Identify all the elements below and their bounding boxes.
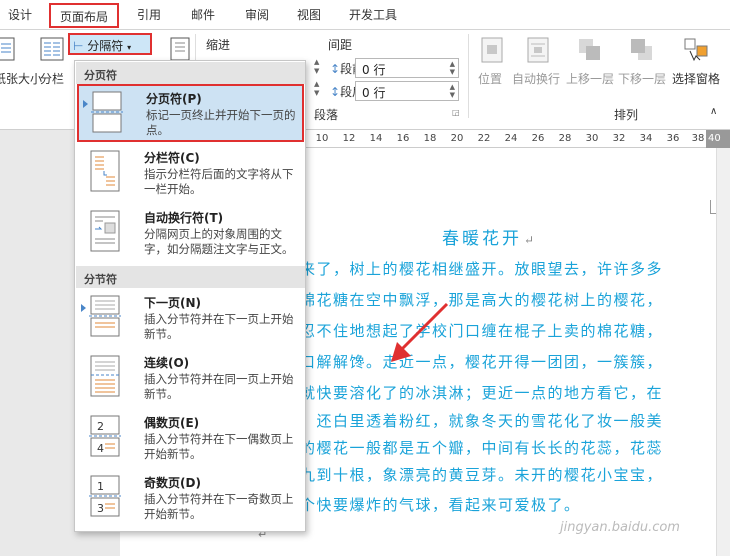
ruler-tick: 34 (639, 133, 653, 144)
menu-item-next-page[interactable]: 下一页(N) 插入分节符并在下一页上开始新节。 (77, 290, 304, 348)
collapse-ribbon-icon[interactable]: ∧ (710, 106, 717, 117)
ruler-tick: 26 (531, 133, 545, 144)
bring-forward-icon[interactable] (576, 36, 604, 64)
spacing-after-field[interactable]: 0 行 ▲ ▼ (355, 81, 459, 101)
vertical-scrollbar[interactable] (716, 148, 730, 556)
breaks-button[interactable]: ⊢ 分隔符 ▾ (68, 33, 152, 55)
wrap-text-icon[interactable] (524, 36, 552, 64)
menu-item-column-break[interactable]: 分栏符(C) 指示分栏符后面的文字将从下一栏开始。 (77, 145, 304, 203)
menu-item-even-page[interactable]: 24 偶数页(E) 插入分节符并在下一偶数页上开始新节。 (77, 410, 304, 468)
ruler-tick: 28 (558, 133, 572, 144)
send-backward-button[interactable]: 下移一层 (618, 70, 666, 87)
document-line: 九到十根，象漂亮的黄豆芽。未开的樱花小宝宝， (300, 466, 664, 484)
document-title: 春暖花开 ↵ (442, 229, 538, 249)
submenu-marker-icon (81, 304, 86, 312)
page-size-button[interactable]: 纸张大小 (0, 70, 42, 87)
columns-icon[interactable] (38, 36, 66, 64)
paragraph-dialog-launcher-icon[interactable]: ◲ (452, 108, 460, 117)
breaks-icon: ⊢ (73, 39, 84, 53)
ruler-tick: 36 (666, 133, 680, 144)
document-line: 的樱花一般都是五个瓣，中间有长长的花蕊，花蕊 (300, 439, 664, 457)
breaks-dropdown-menu: 分页符 分页符(P) 标记一页终止并开始下一页的点。 分栏符(C) 指示分栏符后… (74, 60, 306, 532)
tab-references[interactable]: 引用 (137, 6, 161, 26)
ruler-tick: 12 (342, 133, 356, 144)
indent-right-spinner[interactable]: ▲ ▼ (314, 80, 328, 100)
arrange-group-label: 排列 (614, 108, 639, 122)
document-line: ，还白里透着粉红，就象冬天的雪花化了妆一般美 (300, 412, 664, 430)
menu-item-odd-page[interactable]: 13 奇数页(D) 插入分节符并在下一奇数页上开始新节。 (77, 470, 304, 528)
svg-text:3: 3 (97, 502, 104, 515)
page-breaks-header: 分页符 (76, 62, 305, 84)
next-page-icon (89, 295, 121, 337)
menu-item-continuous[interactable]: 连续(O) 插入分节符并在同一页上开始新节。 (77, 350, 304, 408)
watermark: jingyan.baidu.com (560, 520, 680, 535)
spacing-before-field[interactable]: 0 行 ▲ ▼ (355, 58, 459, 78)
bring-forward-button[interactable]: 上移一层 (566, 70, 614, 87)
ruler-tick: 38 (691, 133, 705, 144)
paragraph-group-label: 段落 (314, 108, 339, 122)
position-button[interactable]: 位置 (478, 70, 502, 87)
annotation-arrow-icon (391, 302, 449, 362)
svg-text:2: 2 (97, 420, 104, 433)
ruler-tick: 20 (450, 133, 464, 144)
page-size-icon[interactable] (0, 36, 20, 64)
ruler-tick: 10 (315, 133, 329, 144)
chevron-down-icon: ▾ (127, 43, 132, 52)
continuous-section-icon (90, 355, 120, 397)
even-page-icon: 24 (89, 415, 121, 457)
ruler-tick: 32 (612, 133, 626, 144)
ruler-tick: 24 (504, 133, 518, 144)
selection-pane-icon[interactable] (682, 36, 710, 64)
text-wrapping-break-icon (90, 210, 120, 252)
selection-pane-button[interactable]: 选择窗格 (672, 70, 720, 87)
horizontal-ruler[interactable]: 10 12 14 16 18 20 22 24 26 28 30 32 34 3… (306, 130, 730, 148)
ruler-tick: 18 (423, 133, 437, 144)
indent-label: 缩进 (206, 38, 231, 52)
spacing-label: 间距 (328, 38, 353, 52)
odd-page-icon: 13 (89, 475, 121, 517)
section-breaks-header: 分节符 (76, 266, 305, 288)
indent-left-spinner[interactable]: ▲ ▼ (314, 58, 328, 78)
ruler-tick: 14 (369, 133, 383, 144)
page-break-icon (91, 91, 123, 133)
menu-item-text-wrapping-break[interactable]: 自动换行符(T) 分隔网页上的对象周围的文字，如分隔题注文字与正文。 (77, 205, 304, 263)
svg-text:1: 1 (97, 480, 104, 493)
ruler-tick: 16 (396, 133, 410, 144)
columns-button[interactable]: 分栏 (40, 70, 64, 87)
document-line: 就快要溶化了的冰淇淋；更近一点的地方看它，在 (300, 384, 664, 402)
tab-page-layout[interactable]: 页面布局 (49, 3, 120, 28)
document-line: 来了，树上的樱花相继盛开。放眼望去，许许多多 (300, 260, 664, 278)
tab-design[interactable]: 设计 (8, 6, 32, 26)
ruler-tick: 22 (477, 133, 491, 144)
ruler-tick: 30 (585, 133, 599, 144)
document-line: 口解解馋。走近一点，樱花开得一团团，一簇簇， (300, 353, 664, 371)
column-break-icon (90, 150, 120, 192)
tab-view[interactable]: 视图 (297, 6, 321, 26)
tab-review[interactable]: 审阅 (245, 6, 269, 26)
document-line: 忍不住地想起了学校门口缠在棍子上卖的棉花糖， (300, 322, 664, 340)
ruler-tick: 40 (706, 130, 730, 148)
document-line: 棉花糖在空中飘浮，那是高大的樱花树上的樱花， (300, 291, 664, 309)
document-line: 个快要爆炸的气球，看起来可爱极了。 (300, 496, 581, 514)
menu-item-page-break[interactable]: 分页符(P) 标记一页终止并开始下一页的点。 (77, 84, 304, 142)
tab-mailings[interactable]: 邮件 (191, 6, 215, 26)
send-backward-icon[interactable] (628, 36, 656, 64)
tab-developer[interactable]: 开发工具 (349, 6, 397, 26)
ribbon-tab-bar: 设计 页面布局 引用 邮件 审阅 视图 开发工具 (0, 0, 730, 30)
selection-marker-icon (83, 100, 88, 108)
position-icon[interactable] (478, 36, 506, 64)
ribbon-separator (468, 34, 469, 118)
svg-text:4: 4 (97, 442, 104, 455)
wrap-text-button[interactable]: 自动换行 (512, 70, 560, 87)
